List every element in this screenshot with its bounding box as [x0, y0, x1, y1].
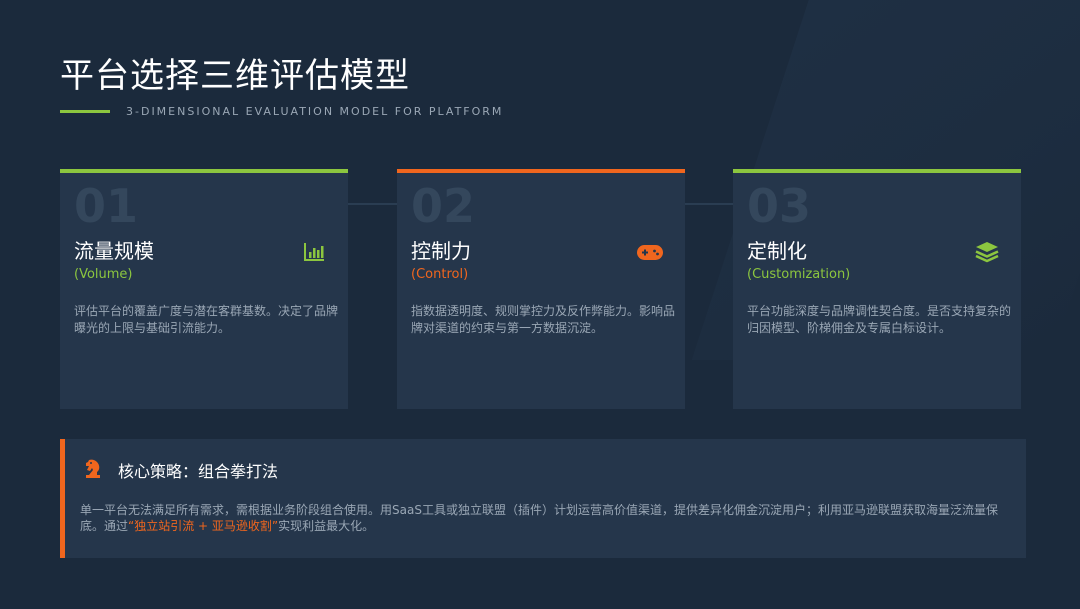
strategy-accent-bar — [60, 439, 65, 558]
chess-knight-icon — [86, 459, 100, 478]
card-title: 流量规模 — [74, 239, 154, 263]
card-accent-bar — [733, 169, 1021, 173]
bar-chart-icon — [304, 243, 324, 261]
strategy-text: 单一平台无法满足所有需求，需根据业务阶段组合使用。用SaaS工具或独立联盟（插件… — [80, 502, 1010, 534]
card-description: 平台功能深度与品牌调性契合度。是否支持复杂的归因模型、阶梯佣金及专属白标设计。 — [747, 304, 1012, 335]
card-connector — [348, 203, 397, 205]
strategy-panel: 核心策略：组合拳打法 单一平台无法满足所有需求，需根据业务阶段组合使用。用Saa… — [60, 439, 1026, 558]
card-description: 指数据透明度、规则掌控力及反作弊能力。影响品牌对渠道的约束与第一方数据沉淀。 — [411, 304, 676, 335]
card-number: 03 — [747, 179, 812, 233]
card-title: 控制力 — [411, 239, 471, 263]
card-volume: 01 流量规模 (Volume) 评估平台的覆盖广度与潜在客群基数。决定了品牌曝… — [60, 169, 348, 409]
page-title: 平台选择三维评估模型 — [60, 56, 410, 96]
card-english-title: (Control) — [411, 267, 469, 282]
card-control: 02 控制力 (Control) 指数据透明度、规则掌控力及反作弊能力。影响品牌… — [397, 169, 685, 409]
card-english-title: (Customization) — [747, 267, 851, 282]
card-accent-bar — [397, 169, 685, 173]
subtitle-accent-line — [60, 110, 110, 113]
strategy-highlight: “独立站引流 + 亚马逊收割” — [128, 519, 279, 533]
card-connector — [685, 203, 733, 205]
card-number: 01 — [74, 179, 139, 233]
strategy-title: 核心策略：组合拳打法 — [118, 462, 279, 481]
card-customization: 03 定制化 (Customization) 平台功能深度与品牌调性契合度。是否… — [733, 169, 1021, 409]
card-title: 定制化 — [747, 239, 807, 263]
layers-icon — [975, 242, 999, 263]
gamepad-icon — [637, 245, 663, 260]
card-accent-bar — [60, 169, 348, 173]
page-subtitle: 3-DIMENSIONAL EVALUATION MODEL FOR PLATF… — [126, 105, 504, 118]
strategy-text-after: 实现利益最大化。 — [278, 519, 375, 533]
card-english-title: (Volume) — [74, 267, 133, 282]
card-number: 02 — [411, 179, 476, 233]
card-description: 评估平台的覆盖广度与潜在客群基数。决定了品牌曝光的上限与基础引流能力。 — [74, 304, 339, 335]
